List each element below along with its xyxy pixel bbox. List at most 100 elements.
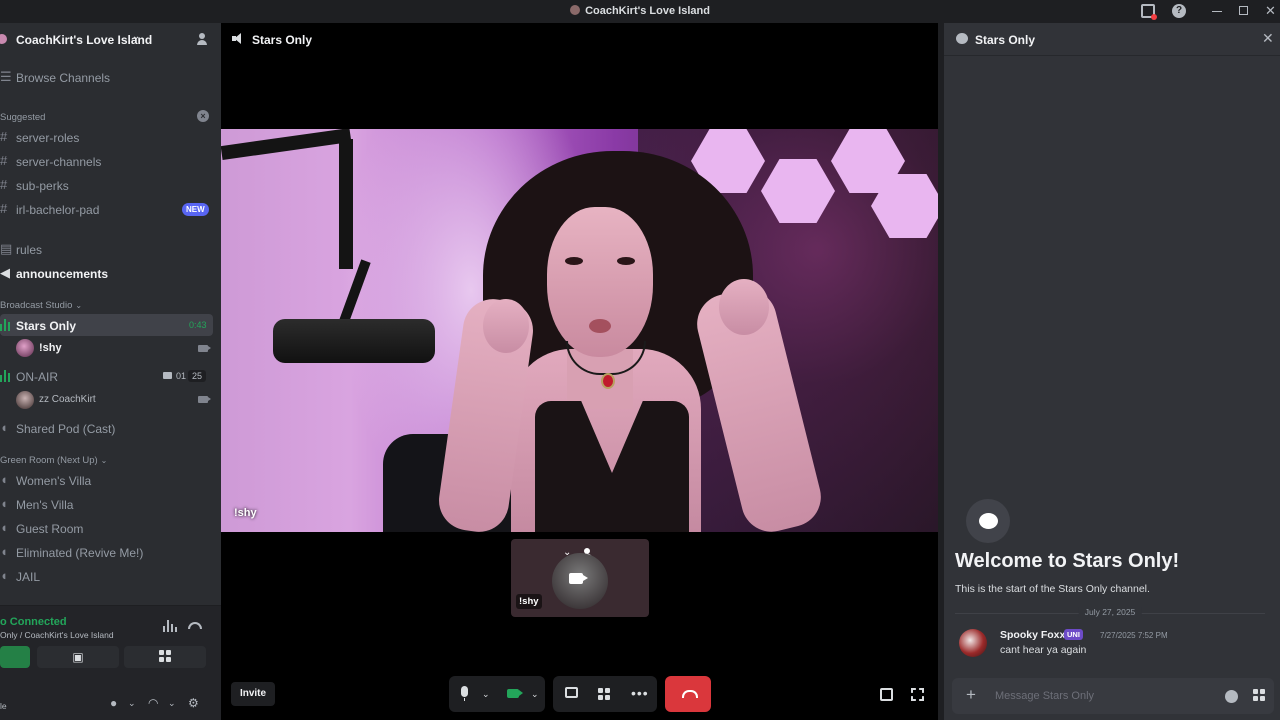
channel-label: JAIL bbox=[16, 570, 41, 584]
screen-share-button[interactable]: ▣ bbox=[37, 646, 119, 668]
maximize-icon[interactable] bbox=[1239, 6, 1248, 15]
chat-panel: Stars Only ✕ Welcome to Stars Only! This… bbox=[938, 23, 1280, 720]
voice-status[interactable]: o Connected bbox=[0, 616, 67, 628]
channel-label: Shared Pod (Cast) bbox=[16, 422, 116, 436]
call-stage: Stars Only !shy ⌄ !shy Invite ⌄ ⌄ ••• bbox=[221, 23, 938, 720]
add-member-icon[interactable] bbox=[197, 33, 211, 45]
username: !shy bbox=[39, 342, 62, 354]
channel-label: announcements bbox=[16, 267, 109, 281]
disconnect-icon[interactable] bbox=[188, 622, 202, 629]
voice-user-shy[interactable]: !shy bbox=[16, 337, 216, 359]
channel-label: Guest Room bbox=[16, 522, 84, 536]
speaker-icon: ◖ bbox=[0, 420, 8, 435]
chevron-down-icon[interactable]: ⌄ bbox=[168, 698, 182, 714]
help-icon[interactable]: ? bbox=[1172, 4, 1186, 18]
gear-icon[interactable]: ⚙ bbox=[188, 696, 202, 712]
server-icon bbox=[570, 5, 581, 15]
activities-button[interactable] bbox=[124, 646, 206, 668]
message-composer: + bbox=[952, 678, 1274, 714]
message-input[interactable] bbox=[995, 678, 1215, 714]
close-window-icon[interactable]: ✕ bbox=[1265, 3, 1277, 18]
channel-server-channels[interactable]: # server-channels bbox=[0, 150, 215, 172]
microphone-icon[interactable] bbox=[461, 686, 468, 701]
add-attachment-icon[interactable]: + bbox=[966, 686, 976, 703]
channel-sub-perks[interactable]: # sub-perks bbox=[0, 174, 215, 196]
invite-button[interactable]: Invite bbox=[231, 682, 275, 706]
chevron-down-icon[interactable]: ⌄ bbox=[531, 687, 539, 701]
mic-boom-arm bbox=[339, 139, 353, 269]
video-stream[interactable]: !shy bbox=[221, 129, 938, 532]
voice-channel-mens-villa[interactable]: ◖ Men's Villa bbox=[0, 493, 215, 515]
participant-tile[interactable]: ⌄ !shy bbox=[511, 539, 649, 617]
noise-suppression-icon[interactable] bbox=[163, 620, 177, 632]
channel-label: sub-perks bbox=[16, 179, 69, 193]
hash-icon: # bbox=[0, 129, 8, 144]
message-author[interactable]: Spooky Foxx bbox=[1000, 629, 1065, 641]
date-divider: July 27, 2025 bbox=[955, 607, 1265, 617]
microphone-icon[interactable]: ● bbox=[110, 696, 124, 712]
video-icon bbox=[163, 372, 172, 379]
voice-channel-shared-pod[interactable]: ◖ Shared Pod (Cast) bbox=[0, 417, 215, 439]
more-options-icon[interactable]: ••• bbox=[631, 685, 649, 701]
voice-channel-eliminated[interactable]: ◖ Eliminated (Revive Me!) bbox=[0, 541, 215, 563]
pop-out-icon[interactable] bbox=[880, 688, 893, 701]
speaker-icon: ◖ bbox=[0, 520, 8, 535]
camera-icon[interactable] bbox=[507, 689, 523, 698]
channel-irl-bachelor-pad[interactable]: # irl-bachelor-pad NEW bbox=[0, 198, 215, 220]
chat-title: Stars Only bbox=[975, 33, 1036, 47]
chat-message[interactable]: Spooky Foxx UNI 7/27/2025 7:52 PM cant h… bbox=[955, 626, 1275, 666]
channel-server-roles[interactable]: # server-roles bbox=[0, 126, 215, 148]
channel-announcements[interactable]: ◀ announcements bbox=[0, 262, 215, 284]
chat-header: Stars Only ✕ bbox=[944, 23, 1280, 56]
browse-channels[interactable]: ☰ Browse Channels bbox=[0, 66, 215, 88]
user-status[interactable]: le bbox=[0, 701, 7, 711]
headphones-icon[interactable]: ◠ bbox=[148, 696, 162, 712]
on-air-stats: 01 25 bbox=[163, 370, 207, 382]
screen-share-icon: ▣ bbox=[72, 650, 84, 664]
chevron-down-icon[interactable]: ⌄ bbox=[128, 698, 142, 714]
fullscreen-icon[interactable] bbox=[911, 688, 924, 701]
stage-voice-icon bbox=[0, 369, 12, 382]
window-title-text: CoachKirt's Love Island bbox=[585, 5, 710, 17]
voice-channel-womens-villa[interactable]: ◖ Women's Villa bbox=[0, 469, 215, 491]
channel-rules[interactable]: ▤ rules bbox=[0, 238, 215, 260]
avatar[interactable] bbox=[959, 629, 987, 657]
activities-icon bbox=[159, 650, 171, 662]
channel-label: rules bbox=[16, 243, 43, 257]
minimize-icon[interactable] bbox=[1212, 11, 1222, 12]
broadcast-studio-category[interactable]: Broadcast Studio ⌄ bbox=[0, 300, 82, 311]
dismiss-suggested-icon[interactable]: × bbox=[197, 110, 209, 122]
activities-icon[interactable] bbox=[598, 688, 610, 700]
suggested-category: Suggested bbox=[0, 112, 46, 123]
voice-location[interactable]: Only / CoachKirt's Love Island bbox=[0, 630, 114, 640]
server-header[interactable]: CoachKirt's Love Island ⌄ bbox=[0, 23, 221, 56]
voice-channel-on-air[interactable]: ON-AIR 01 25 bbox=[0, 365, 215, 387]
new-badge: NEW bbox=[182, 203, 209, 216]
channel-label: Stars Only bbox=[16, 319, 77, 333]
hash-icon: # bbox=[0, 153, 8, 168]
screen-share-icon[interactable] bbox=[565, 687, 578, 698]
voice-channel-guest-room[interactable]: ◖ Guest Room bbox=[0, 517, 215, 539]
date-label: July 27, 2025 bbox=[1078, 607, 1142, 617]
disconnect-button[interactable] bbox=[665, 676, 711, 712]
browse-icon: ☰ bbox=[0, 69, 12, 84]
close-icon[interactable]: ✕ bbox=[1262, 30, 1274, 47]
person-hand bbox=[483, 299, 529, 353]
speaker-icon: ◖ bbox=[0, 496, 8, 511]
tile-participant-label: !shy bbox=[516, 594, 542, 609]
apps-icon[interactable] bbox=[1253, 689, 1265, 701]
voice-user-coachkirt[interactable]: zz CoachKirt bbox=[16, 389, 216, 411]
video-icon bbox=[198, 345, 211, 352]
chat-bubble-icon bbox=[966, 499, 1010, 543]
speaker-icon: ◖ bbox=[0, 568, 8, 583]
chevron-down-icon[interactable]: ⌄ bbox=[482, 687, 490, 701]
camera-button[interactable] bbox=[0, 646, 30, 668]
voice-channel-stars-only[interactable]: Stars Only 0:43 bbox=[0, 314, 213, 336]
voice-channel-jail[interactable]: ◖ JAIL bbox=[0, 565, 215, 587]
green-room-category[interactable]: Green Room (Next Up) ⌄ bbox=[0, 455, 107, 466]
guild-tag-badge[interactable]: UNI bbox=[1064, 629, 1083, 640]
inbox-icon[interactable] bbox=[1141, 4, 1157, 20]
speaker-icon: ◖ bbox=[0, 544, 8, 559]
rules-icon: ▤ bbox=[0, 241, 13, 256]
emoji-icon[interactable] bbox=[1225, 690, 1238, 703]
